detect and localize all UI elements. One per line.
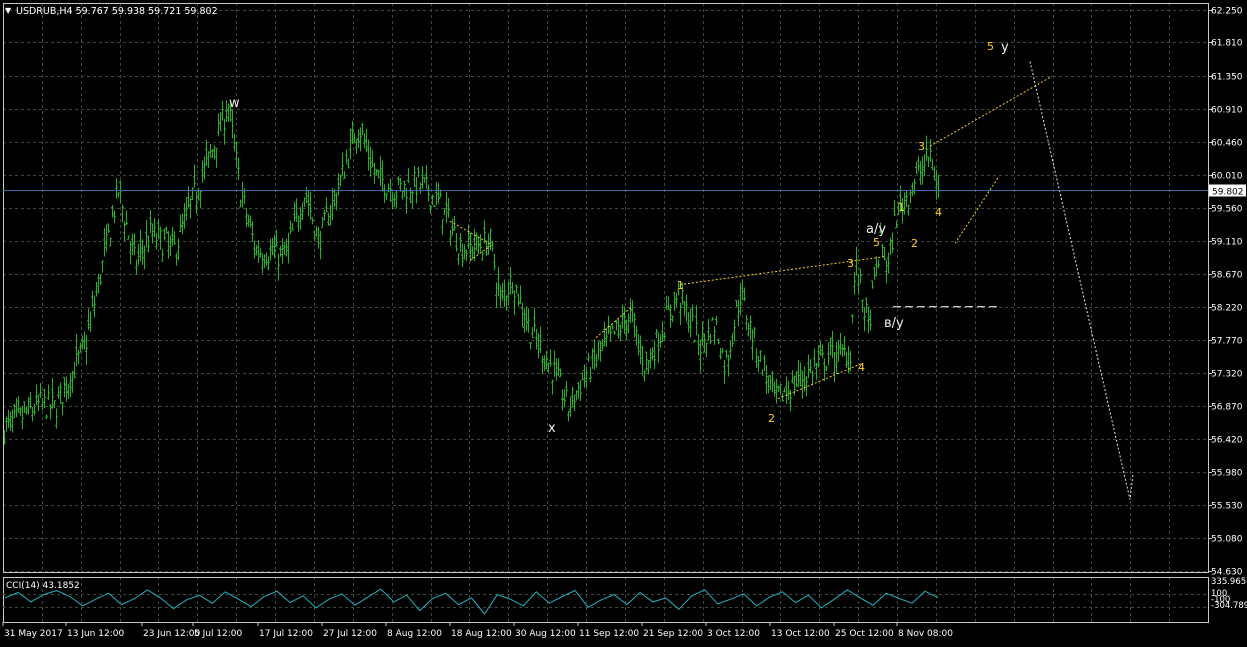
y-tick-label: 59.110 xyxy=(1211,238,1243,248)
x-tick-label: 8 Nov 08:00 xyxy=(898,629,953,639)
x-tick-label: 25 Oct 12:00 xyxy=(835,629,894,639)
y-tick-label: 55.080 xyxy=(1211,535,1243,545)
wave-label: w xyxy=(229,96,240,111)
x-tick-label: 8 Aug 12:00 xyxy=(387,629,442,639)
wave-label: в/y xyxy=(884,316,904,331)
cci-title: CCI(14) 43.1852 xyxy=(6,581,80,591)
wave-label: x xyxy=(548,421,556,436)
chart-window[interactable]: w x a/y в/y y 1 2 3 4 5 1 2 3 4 5 62.250 61.810 61.350 60… xyxy=(0,0,1247,643)
y-tick-label: 57.320 xyxy=(1211,370,1243,380)
y-tick-label: 56.870 xyxy=(1211,403,1243,413)
cci-tick-label: -304.7894 xyxy=(1211,601,1247,611)
wave-label: 3 xyxy=(847,257,854,270)
wave-label: 2 xyxy=(768,412,775,425)
x-tick-label: 3 Oct 12:00 xyxy=(707,629,760,639)
collapse-arrow-icon[interactable]: ▼ xyxy=(5,6,12,15)
y-tick-label: 55.980 xyxy=(1211,469,1243,479)
wave-label: 4 xyxy=(935,206,942,219)
wave-label: a/y xyxy=(866,222,886,237)
x-tick-label: 30 Aug 12:00 xyxy=(515,629,576,639)
x-tick-label: 17 Jul 12:00 xyxy=(259,629,313,639)
y-tick-label: 57.770 xyxy=(1211,337,1243,347)
x-tick-label: 13 Jun 12:00 xyxy=(67,629,124,639)
x-tick-label: 18 Aug 12:00 xyxy=(451,629,512,639)
y-tick-label: 60.910 xyxy=(1211,106,1243,116)
y-tick-label: 61.810 xyxy=(1211,39,1243,49)
x-tick-label: 27 Jul 12:00 xyxy=(323,629,377,639)
y-tick-label: 62.250 xyxy=(1211,7,1243,17)
x-tick-label: 31 May 2017 xyxy=(4,629,63,639)
x-tick-label: 21 Sep 12:00 xyxy=(643,629,703,639)
wave-label: 1 xyxy=(898,201,905,214)
x-tick-label: 13 Oct 12:00 xyxy=(771,629,830,639)
wave-label: 5 xyxy=(987,40,994,53)
cci-tick-label: 335.9657 xyxy=(1211,577,1247,587)
symbol-info: USDRUB,H4 59.767 59.938 59.721 59.802 xyxy=(16,6,218,17)
y-tick-label: 54.630 xyxy=(1211,568,1243,578)
x-tick-label: 11 Sep 12:00 xyxy=(579,629,639,639)
y-tick-label: 60.010 xyxy=(1211,172,1243,182)
y-tick-label: 56.420 xyxy=(1211,436,1243,446)
wave-label: 4 xyxy=(858,361,865,374)
wave-label: 5 xyxy=(873,236,880,249)
y-tick-label: 60.460 xyxy=(1211,139,1243,149)
y-tick-label: 58.670 xyxy=(1211,271,1243,281)
wave-label: y xyxy=(1001,40,1009,55)
x-tick-label: 23 Jun 12:00 xyxy=(143,629,200,639)
chart-background xyxy=(0,0,1247,643)
y-tick-label: 61.350 xyxy=(1211,73,1243,83)
candlestick-chart[interactable]: w x a/y в/y y 1 2 3 4 5 1 2 3 4 5 62.250 61.810 61.350 60… xyxy=(0,0,1247,643)
wave-label: 2 xyxy=(911,237,918,250)
wave-label: 3 xyxy=(918,140,925,153)
wave-label: 1 xyxy=(677,279,684,292)
y-tick-label: 59.560 xyxy=(1211,205,1243,215)
current-price-label: 59.802 xyxy=(1212,188,1244,198)
x-tick-label: 5 Jul 12:00 xyxy=(194,629,243,639)
y-tick-label: 55.530 xyxy=(1211,502,1243,512)
y-tick-label: 58.220 xyxy=(1211,304,1243,314)
